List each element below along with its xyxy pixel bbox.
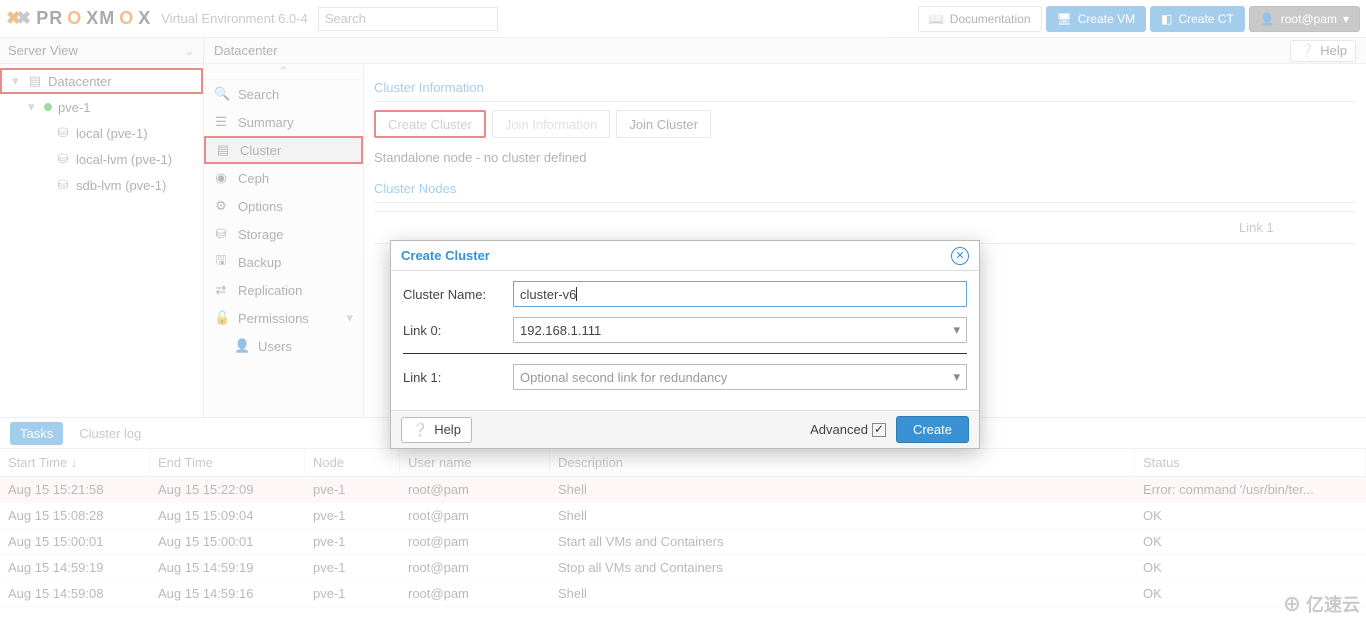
documentation-button[interactable]: 📖Documentation [918, 6, 1042, 32]
col-end-time[interactable]: End Time [150, 449, 305, 476]
user-menu-button[interactable]: 👤root@pam ▾ [1249, 6, 1360, 32]
user-icon: 👤 [234, 338, 248, 354]
link1-select[interactable]: Optional second link for redundancy▾ [513, 364, 967, 390]
server-icon: ▤ [28, 73, 42, 89]
search-icon: 🔍 [214, 86, 228, 102]
col-node[interactable]: Node [305, 449, 400, 476]
help-icon: ❔ [412, 422, 428, 438]
chevron-down-icon: ▾ [1343, 12, 1349, 26]
breadcrumb: Datacenter [214, 43, 278, 58]
tree-storage-local-lvm[interactable]: ⛁ local-lvm (pve-1) [0, 146, 203, 172]
help-button[interactable]: ❔Help [1290, 40, 1356, 62]
storage-icon: ⛁ [214, 226, 228, 242]
replication-icon: ⇄ [214, 282, 228, 298]
chevron-down-icon: ⌄ [184, 43, 195, 59]
dialog-header: Create Cluster ✕ [391, 241, 979, 271]
tab-cluster-log[interactable]: Cluster log [69, 422, 151, 445]
col-start-time[interactable]: Start Time ↓ [0, 449, 150, 476]
tree-node-pve1[interactable]: ▾ pve-1 [0, 94, 203, 120]
cluster-action-buttons: Create Cluster Join Information Join Clu… [374, 110, 1356, 138]
storage-icon: ⛁ [56, 125, 70, 141]
summary-icon: ☰ [214, 114, 228, 130]
table-row[interactable]: Aug 15 15:21:58Aug 15 15:22:09pve-1root@… [0, 477, 1366, 503]
cluster-icon: ▤ [216, 142, 230, 158]
collapse-icon[interactable]: ⌃ [204, 64, 363, 80]
book-icon: 📖 [929, 12, 944, 26]
search-input[interactable]: Search [318, 7, 498, 31]
divider [403, 353, 967, 354]
col-status[interactable]: Status [1135, 449, 1366, 476]
chevron-down-icon: ▾ [953, 322, 960, 338]
link0-select[interactable]: 192.168.1.111▾ [513, 317, 967, 343]
submenu-storage[interactable]: ⛁Storage [204, 220, 363, 248]
link0-label: Link 0: [403, 323, 513, 338]
col-user[interactable]: User name [400, 449, 550, 476]
table-row[interactable]: Aug 15 14:59:19Aug 15 14:59:19pve-1root@… [0, 555, 1366, 581]
storage-icon: ⛁ [56, 151, 70, 167]
cluster-name-input[interactable]: cluster-v6 [513, 281, 967, 307]
link1-label: Link 1: [403, 370, 513, 385]
breadcrumb-bar: Datacenter ❔Help [204, 38, 1366, 64]
create-vm-button[interactable]: 🖥Create VM [1046, 6, 1147, 32]
advanced-toggle[interactable]: Advanced [810, 422, 886, 437]
join-information-button[interactable]: Join Information [492, 110, 611, 138]
tree-datacenter[interactable]: ▾ ▤ Datacenter [0, 68, 203, 94]
server-view-header[interactable]: Server View⌄ [0, 38, 203, 64]
env-label: Virtual Environment 6.0-4 [161, 11, 307, 26]
monitor-icon: 🖥 [1057, 12, 1072, 26]
submenu-replication[interactable]: ⇄Replication [204, 276, 363, 304]
create-cluster-dialog: Create Cluster ✕ Cluster Name: cluster-v… [390, 240, 980, 449]
task-rows: Aug 15 15:21:58Aug 15 15:22:09pve-1root@… [0, 477, 1366, 607]
tree-storage-sdb-lvm[interactable]: ⛁ sdb-lvm (pve-1) [0, 172, 203, 198]
resource-tree: ▾ ▤ Datacenter ▾ pve-1 ⛁ local (pve-1) ⛁… [0, 64, 203, 202]
cluster-name-label: Cluster Name: [403, 287, 513, 302]
gear-icon: ⚙ [214, 198, 228, 214]
lock-icon: 🔓 [214, 310, 228, 326]
cluster-nodes-title: Cluster Nodes [374, 175, 1356, 203]
dialog-help-button[interactable]: ❔Help [401, 417, 472, 443]
submenu-users[interactable]: 👤Users [204, 332, 363, 360]
watermark: ⊕ 亿速云 [1283, 591, 1360, 617]
table-row[interactable]: Aug 15 15:08:28Aug 15 15:09:04pve-1root@… [0, 503, 1366, 529]
col-link1: Link 1 [1229, 212, 1356, 243]
submenu-cluster[interactable]: ▤Cluster [204, 136, 363, 164]
task-grid-header: Start Time ↓ End Time Node User name Des… [0, 448, 1366, 477]
tab-tasks[interactable]: Tasks [10, 422, 63, 445]
header-bar: ✖✖ PROXMOX Virtual Environment 6.0-4 Sea… [0, 0, 1366, 38]
close-icon[interactable]: ✕ [951, 247, 969, 265]
tree-storage-local[interactable]: ⛁ local (pve-1) [0, 120, 203, 146]
server-view-sidebar: Server View⌄ ▾ ▤ Datacenter ▾ pve-1 ⛁ lo… [0, 38, 204, 417]
submenu-ceph[interactable]: ◉Ceph [204, 164, 363, 192]
dialog-title: Create Cluster [401, 248, 490, 263]
backup-icon: 🖫 [214, 251, 228, 273]
expand-icon: ▾ [28, 99, 38, 115]
user-icon: 👤 [1260, 12, 1275, 26]
ceph-icon: ◉ [214, 170, 228, 186]
submenu-search[interactable]: 🔍Search [204, 80, 363, 108]
create-ct-button[interactable]: ◧Create CT [1150, 6, 1245, 32]
create-cluster-button[interactable]: Create Cluster [374, 110, 486, 138]
dialog-footer: ❔Help Advanced Create [391, 410, 979, 448]
col-description[interactable]: Description [550, 449, 1135, 476]
create-button[interactable]: Create [896, 416, 969, 443]
chevron-down-icon: ▾ [953, 369, 960, 385]
submenu-options[interactable]: ⚙Options [204, 192, 363, 220]
config-submenu: ⌃ 🔍Search ☰Summary ▤Cluster ◉Ceph ⚙Optio… [204, 64, 364, 417]
join-cluster-button[interactable]: Join Cluster [616, 110, 711, 138]
cluster-status: Standalone node - no cluster defined [374, 146, 1356, 175]
checkbox-checked-icon [872, 423, 886, 437]
logo: ✖✖ PROXMOX [6, 8, 151, 29]
submenu-summary[interactable]: ☰Summary [204, 108, 363, 136]
chevron-down-icon: ▾ [346, 310, 353, 326]
submenu-permissions[interactable]: 🔓Permissions▾ [204, 304, 363, 332]
cluster-info-title: Cluster Information [374, 74, 1356, 102]
storage-icon: ⛁ [56, 177, 70, 193]
status-online-icon [44, 103, 52, 111]
table-row[interactable]: Aug 15 14:59:08Aug 15 14:59:16pve-1root@… [0, 581, 1366, 607]
expand-icon: ▾ [12, 73, 22, 89]
help-icon: ❔ [1299, 43, 1315, 59]
cube-icon: ◧ [1161, 12, 1172, 26]
table-row[interactable]: Aug 15 15:00:01Aug 15 15:00:01pve-1root@… [0, 529, 1366, 555]
submenu-backup[interactable]: 🖫Backup [204, 248, 363, 276]
